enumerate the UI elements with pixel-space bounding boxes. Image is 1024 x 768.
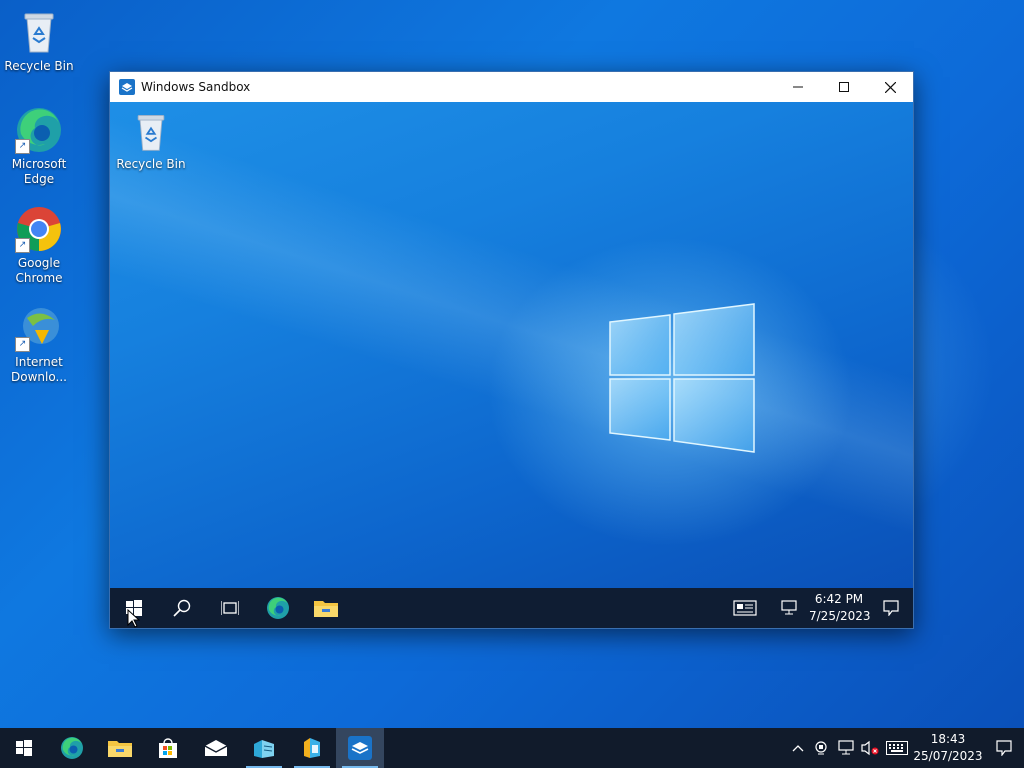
taskbar-file-explorer-button[interactable] (96, 728, 144, 768)
sandbox-icon (348, 736, 372, 760)
notification-icon (883, 600, 899, 616)
sandbox-time: 6:42 PM (814, 592, 864, 606)
desktop-icon-label: Google Chrome (15, 256, 63, 285)
taskbar-mail-button[interactable] (192, 728, 240, 768)
desktop-icon-label: Internet Downlo... (11, 355, 67, 384)
keyboard-icon (886, 741, 908, 755)
desktop-icon-chrome[interactable]: ↗ Google Chrome (2, 205, 76, 286)
taskbar: 18:43 25/07/2023 (0, 728, 1024, 768)
sandbox-window[interactable]: Windows Sandbox Recycle Bin 6:42 PM 7/25… (109, 71, 914, 629)
network-icon (781, 600, 797, 615)
sandbox-edge-button[interactable] (254, 588, 302, 628)
desktop-icon-label: Recycle Bin (116, 157, 186, 171)
maximize-icon (839, 82, 849, 92)
recycle-bin-icon (15, 8, 63, 56)
desktop-icon-idm[interactable]: ↗ Internet Downlo... (2, 304, 76, 385)
sandbox-news-button[interactable] (721, 588, 769, 628)
sandbox-desktop[interactable]: Recycle Bin 6:42 PM 7/25/2023 (110, 102, 913, 628)
close-icon (884, 81, 896, 93)
edge-icon (61, 737, 83, 759)
sandbox-date: 7/25/2023 (809, 609, 871, 623)
taskbar-time: 18:43 (930, 732, 966, 746)
mouse-cursor-icon (127, 609, 140, 628)
taskbar-date: 25/07/2023 (913, 749, 983, 763)
search-icon (173, 599, 191, 617)
desktop-icon-edge[interactable]: ↗ Microsoft Edge (2, 106, 76, 187)
desktop-icon-label: Microsoft Edge (11, 157, 67, 186)
taskbar-store-button[interactable] (144, 728, 192, 768)
recycle-bin-icon (129, 110, 173, 154)
meet-now-button[interactable] (810, 728, 834, 768)
notifications-button[interactable] (984, 728, 1024, 768)
taskbar-app-button-1[interactable] (240, 728, 288, 768)
system-tray: 18:43 25/07/2023 (786, 728, 1024, 768)
edge-icon: ↗ (15, 106, 63, 154)
touch-keyboard-button[interactable] (882, 728, 912, 768)
chrome-icon: ↗ (15, 205, 63, 253)
sandbox-task-view-button[interactable] (206, 588, 254, 628)
shortcut-arrow-icon: ↗ (15, 337, 30, 352)
taskbar-clock[interactable]: 18:43 25/07/2023 (912, 731, 984, 765)
notification-icon (996, 740, 1012, 756)
sandbox-taskbar: 6:42 PM 7/25/2023 (110, 588, 913, 628)
windows-logo-wallpaper (609, 303, 755, 453)
file-explorer-icon (314, 601, 338, 617)
start-button[interactable] (0, 728, 48, 768)
sandbox-title-bar[interactable]: Windows Sandbox (110, 72, 913, 102)
sandbox-search-button[interactable] (158, 588, 206, 628)
app-icon (304, 738, 320, 758)
shortcut-arrow-icon: ↗ (15, 238, 30, 253)
sandbox-notifications-button[interactable] (869, 588, 913, 628)
sandbox-network-button[interactable] (769, 588, 809, 628)
sandbox-desktop-icon-recycle-bin[interactable]: Recycle Bin (114, 110, 188, 172)
taskbar-sandbox-button[interactable] (336, 728, 384, 768)
news-icon (733, 600, 757, 616)
taskbar-app-button-2[interactable] (288, 728, 336, 768)
store-icon (159, 738, 177, 758)
window-title: Windows Sandbox (141, 80, 251, 94)
mail-icon (204, 740, 228, 756)
desktop-icon-recycle-bin[interactable]: Recycle Bin (2, 8, 76, 74)
close-button[interactable] (867, 72, 913, 102)
sandbox-clock[interactable]: 6:42 PM 7/25/2023 (809, 591, 871, 625)
camera-icon (815, 741, 827, 755)
wallpaper-light-beam (110, 102, 913, 628)
file-explorer-icon (108, 741, 132, 757)
network-icon (838, 740, 854, 755)
chevron-up-icon (792, 745, 804, 752)
minimize-icon (793, 86, 803, 88)
desktop-icon-label: Recycle Bin (4, 59, 74, 73)
shortcut-arrow-icon: ↗ (15, 139, 30, 154)
idm-icon: ↗ (15, 304, 63, 352)
task-view-icon (221, 601, 239, 615)
show-hidden-icons-button[interactable] (786, 728, 810, 768)
volume-button[interactable] (858, 728, 882, 768)
sandbox-icon (119, 79, 135, 95)
app-icon (254, 740, 274, 758)
minimize-button[interactable] (775, 72, 821, 102)
maximize-button[interactable] (821, 72, 867, 102)
edge-icon (267, 597, 289, 619)
start-icon (16, 740, 32, 756)
network-button[interactable] (834, 728, 858, 768)
taskbar-edge-button[interactable] (48, 728, 96, 768)
sandbox-file-explorer-button[interactable] (302, 588, 350, 628)
volume-muted-icon (861, 740, 879, 756)
